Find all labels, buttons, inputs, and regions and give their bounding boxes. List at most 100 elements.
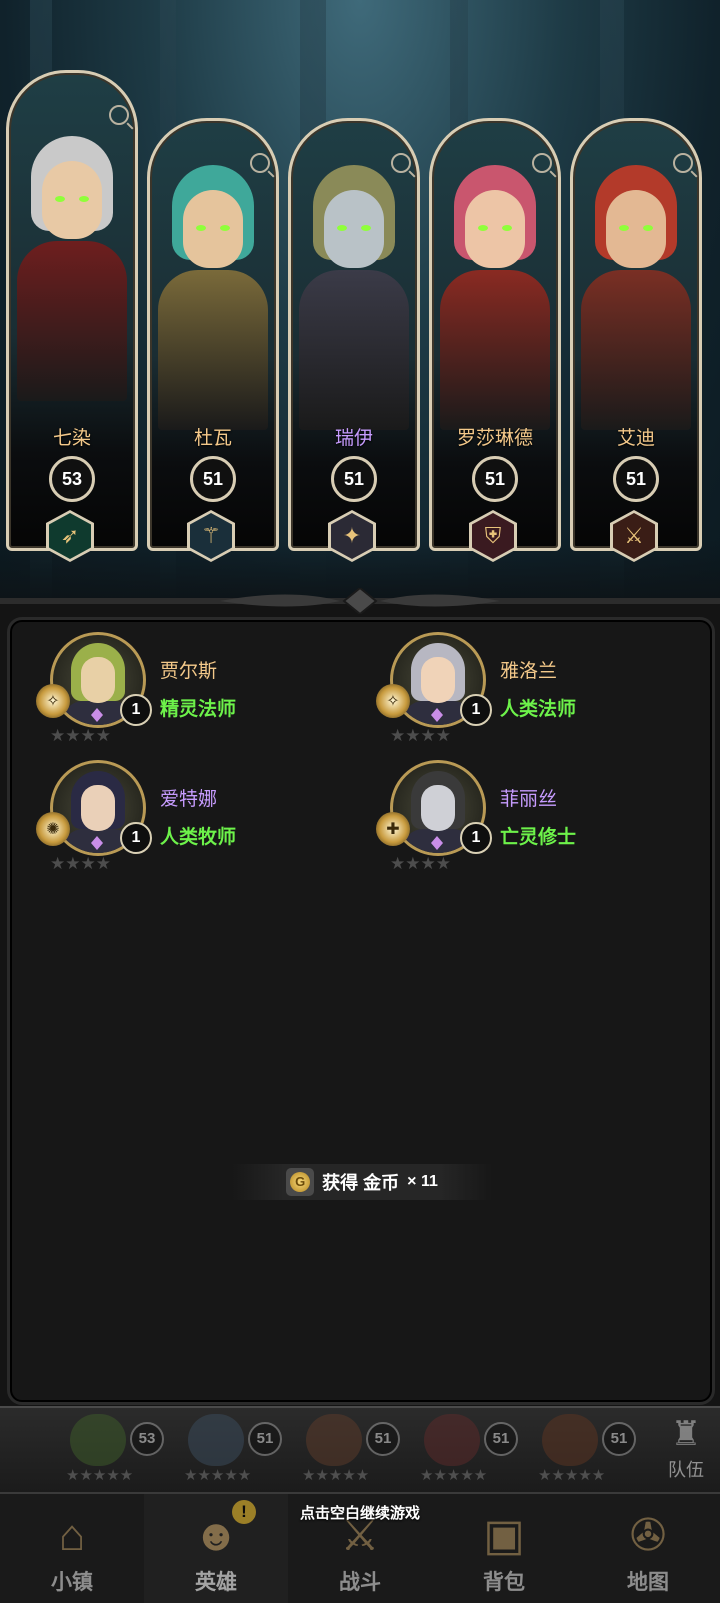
star-rating: ★★★★ [390, 726, 451, 745]
hero-portrait [158, 269, 268, 430]
hero-eye [478, 224, 488, 231]
star-rating: ★★★★ [390, 854, 451, 873]
star-rating: ★★★★★ [66, 1467, 134, 1484]
team-slot[interactable]: 51 ★★★★★ [178, 1412, 296, 1488]
team-button[interactable]: ♜ 队伍 [656, 1412, 716, 1488]
hero-face [606, 189, 666, 268]
staff-orb-icon: ✧ [376, 684, 410, 718]
nav-tab-label: 地图 [627, 1571, 669, 1594]
hero-name: 瑞伊 [334, 428, 373, 449]
hero-name: 七染 [52, 428, 91, 449]
team-hero-portrait [70, 1414, 126, 1466]
hero-level: 51 [331, 456, 377, 502]
team-slot[interactable]: 51 ★★★★★ [532, 1412, 650, 1488]
hero-level: 51 [613, 456, 659, 502]
reward-toast: G 获得 金币 × 11 [232, 1164, 492, 1200]
nav-tab-label: 战斗 [339, 1571, 381, 1594]
hero-card[interactable]: 杜瓦 51 ⚚ [147, 118, 279, 562]
magnify-icon[interactable] [391, 153, 411, 173]
reward-quantity: × 11 [407, 1173, 438, 1190]
recruit-class: 精灵法师 [160, 699, 237, 720]
team-hero-portrait [424, 1414, 480, 1466]
cross-icon: ✚ [376, 812, 410, 846]
recruit-name: 爱特娜 [160, 789, 218, 810]
recruit-level: 1 [120, 822, 152, 854]
team-slot[interactable]: 51 ★★★★★ [296, 1412, 414, 1488]
staff-orb-icon: ✧ [36, 684, 70, 718]
star-rating: ★★★★★ [184, 1467, 252, 1484]
hero-face [183, 189, 243, 268]
star-rating: ★★★★ [50, 854, 111, 873]
hero-level: 51 [190, 456, 236, 502]
hero-eye [55, 196, 65, 202]
hero-portrait [581, 269, 691, 430]
reward-label: 获得 金币 [322, 1173, 400, 1193]
team-hero-level: 53 [130, 1422, 164, 1456]
hero-eye [79, 196, 89, 202]
hero-eye [643, 224, 653, 231]
recruit-level: 1 [120, 694, 152, 726]
hero-portrait [299, 269, 409, 430]
hero-name: 罗莎琳德 [456, 428, 533, 449]
hero-name: 艾迪 [616, 428, 655, 449]
hero-face [465, 189, 525, 268]
recruit-class: 人类牧师 [160, 827, 237, 848]
recruit-name: 贾尔斯 [160, 661, 218, 682]
team-strip: 53 ★★★★★ 51 ★★★★★ 51 ★★★★★ 51 ★★★★★ 51 ★… [0, 1406, 720, 1492]
team-slot[interactable]: 51 ★★★★★ [414, 1412, 532, 1488]
team-slot[interactable]: 53 ★★★★★ [60, 1412, 178, 1488]
hero-level: 51 [472, 456, 518, 502]
hero-eye [502, 224, 512, 231]
team-hero-level: 51 [366, 1422, 400, 1456]
recruit-result-panel[interactable]: ✧ 1 ★★★★ 贾尔斯 精灵法师 ✧ 1 ★★★★ 雅洛兰 人类法师 ✺ 1 … [10, 620, 712, 1402]
hero-eye [196, 224, 206, 231]
hero-portrait [17, 241, 127, 401]
recruit-name: 菲丽丝 [500, 789, 558, 810]
team-hero-level: 51 [484, 1422, 518, 1456]
recruit-card[interactable]: ✧ 1 ★★★★ 雅洛兰 人类法师 [352, 632, 652, 752]
chess-pieces-icon: ♜ [670, 1415, 702, 1453]
team-button-label: 队伍 [668, 1460, 704, 1480]
recruit-level: 1 [460, 694, 492, 726]
hero-portrait [440, 269, 550, 430]
team-hero-level: 51 [602, 1422, 636, 1456]
magnify-icon[interactable] [109, 105, 129, 125]
magnify-icon[interactable] [250, 153, 270, 173]
team-hero-portrait [542, 1414, 598, 1466]
hero-card[interactable]: 瑞伊 51 ✦ [288, 118, 420, 562]
holy-sigil-icon: ✺ [36, 812, 70, 846]
hero-eye [220, 224, 230, 231]
star-rating: ★★★★★ [420, 1467, 488, 1484]
recruit-card[interactable]: ✧ 1 ★★★★ 贾尔斯 精灵法师 [12, 632, 312, 752]
recruit-level: 1 [460, 822, 492, 854]
hero-level: 53 [49, 456, 95, 502]
star-rating: ★★★★★ [538, 1467, 606, 1484]
recruit-card[interactable]: ✚ 1 ★★★★ 菲丽丝 亡灵修士 [352, 760, 652, 880]
team-hero-level: 51 [248, 1422, 282, 1456]
nav-tab-label: 小镇 [51, 1571, 93, 1594]
hero-face [42, 161, 102, 239]
nav-tab-label: 英雄 [195, 1571, 237, 1594]
magnify-icon[interactable] [673, 153, 693, 173]
magnify-icon[interactable] [532, 153, 552, 173]
recruit-class: 人类法师 [500, 699, 577, 720]
recruit-name: 雅洛兰 [500, 661, 558, 682]
continue-hint: 点击空白继续游戏 [299, 1505, 420, 1522]
hero-card[interactable]: 艾迪 51 ⚔ [570, 118, 702, 562]
team-hero-portrait [306, 1414, 362, 1466]
star-rating: ★★★★★ [302, 1467, 370, 1484]
hero-name: 杜瓦 [193, 428, 232, 449]
team-hero-portrait [188, 1414, 244, 1466]
hero-eye [361, 224, 371, 231]
hero-card[interactable]: 七染 53 ➶ [6, 70, 138, 562]
nav-tab-label: 背包 [483, 1571, 525, 1594]
recruit-class: 亡灵修士 [500, 827, 577, 848]
gold-coin-icon: G [286, 1168, 315, 1196]
recruit-card[interactable]: ✺ 1 ★★★★ 爱特娜 人类牧师 [12, 760, 312, 880]
hero-face [324, 189, 384, 268]
hero-eye [337, 224, 347, 231]
hero-card[interactable]: 罗莎琳德 51 ⛨ [429, 118, 561, 562]
star-rating: ★★★★ [50, 726, 111, 745]
ornament-divider [0, 588, 720, 614]
hero-eye [619, 224, 629, 231]
